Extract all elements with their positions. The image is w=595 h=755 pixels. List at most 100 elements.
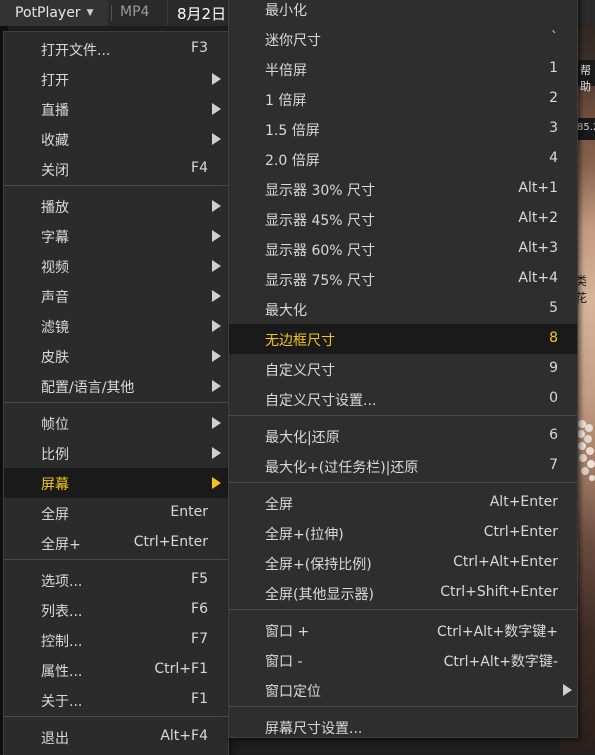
screen-menu-item-20[interactable]: 窗口 + Ctrl+Alt+数字键+ <box>229 615 577 645</box>
screen-menu-item-0[interactable]: 最小化 <box>229 0 577 24</box>
screen-menu-item-label: 半倍屏 <box>265 63 307 79</box>
screen-menu-item-label: 无边框尺寸 <box>265 333 335 349</box>
screen-menu-item-16[interactable]: 全屏 Alt+Enter <box>229 488 577 518</box>
screen-menu-item-shortcut: 0 <box>549 390 558 406</box>
app-title: PotPlayer <box>15 5 81 21</box>
main-menu-item-9[interactable]: 滤镜 <box>4 311 228 341</box>
main-menu-item-11[interactable]: 配置/语言/其他 <box>4 371 228 401</box>
submenu-arrow-icon <box>212 73 221 85</box>
main-menu-item-21[interactable]: 关于... F1 <box>4 685 228 715</box>
menu-separator <box>4 402 228 403</box>
screen-menu-item-3[interactable]: 1 倍屏 2 <box>229 84 577 114</box>
main-menu-item-3[interactable]: 收藏 <box>4 124 228 154</box>
main-menu-item-16[interactable]: 全屏+ Ctrl+Enter <box>4 528 228 558</box>
main-menu-item-12[interactable]: 帧位 <box>4 408 228 438</box>
screen-menu-item-label: 窗口 + <box>265 624 310 640</box>
screen-menu-item-shortcut: 2 <box>549 90 558 106</box>
screen-menu-item-15[interactable]: 最大化+(过任务栏)|还原 7 <box>229 451 577 481</box>
screen-menu-item-19[interactable]: 全屏(其他显示器) Ctrl+Shift+Enter <box>229 578 577 608</box>
main-menu-item-8[interactable]: 声音 <box>4 281 228 311</box>
main-menu-item-shortcut: F7 <box>191 631 208 647</box>
background-label: 85.2 <box>577 122 595 133</box>
screen-menu-item-label: 最小化 <box>265 3 307 19</box>
submenu-arrow-icon <box>212 350 221 362</box>
screen-menu-item-7[interactable]: 显示器 45% 尺寸 Alt+2 <box>229 204 577 234</box>
screen-menu-item-9[interactable]: 显示器 75% 尺寸 Alt+4 <box>229 264 577 294</box>
main-menu-item-22[interactable]: 退出 Alt+F4 <box>4 722 228 752</box>
screen-menu-item-5[interactable]: 2.0 倍屏 4 <box>229 144 577 174</box>
main-menu-item-shortcut: Ctrl+F1 <box>154 661 208 677</box>
main-menu-item-shortcut: F4 <box>191 160 208 176</box>
divider <box>167 0 168 26</box>
main-menu-item-4[interactable]: 关闭 F4 <box>4 154 228 184</box>
main-menu-item-shortcut: F1 <box>191 691 208 707</box>
main-menu-item-shortcut: Ctrl+Enter <box>133 534 208 550</box>
main-menu-item-label: 列表... <box>41 604 83 620</box>
menu-separator <box>4 559 228 560</box>
screen-menu-item-23[interactable]: 屏幕尺寸设置... <box>229 712 577 742</box>
screen-menu-item-label: 最大化 <box>265 303 307 319</box>
main-menu-item-2[interactable]: 直播 <box>4 94 228 124</box>
file-format-label: MP4 <box>120 4 150 20</box>
screen-menu-item-12[interactable]: 自定义尺寸 9 <box>229 354 577 384</box>
main-menu-item-5[interactable]: 播放 <box>4 191 228 221</box>
screen-menu-item-label: 窗口 - <box>265 654 303 670</box>
screen-menu-item-shortcut: 4 <box>549 150 558 166</box>
screen-menu-item-4[interactable]: 1.5 倍屏 3 <box>229 114 577 144</box>
main-menu-item-shortcut: F6 <box>191 601 208 617</box>
main-menu-item-shortcut: Enter <box>170 504 208 520</box>
pearl-necklace-image <box>577 420 595 481</box>
screen-menu-item-shortcut: 8 <box>549 330 558 346</box>
screen-menu-item-17[interactable]: 全屏+(拉伸) Ctrl+Enter <box>229 518 577 548</box>
submenu-arrow-icon <box>212 230 221 242</box>
main-menu-item-7[interactable]: 视频 <box>4 251 228 281</box>
main-menu-item-13[interactable]: 比例 <box>4 438 228 468</box>
main-menu-item-19[interactable]: 控制... F7 <box>4 625 228 655</box>
screen-menu-item-2[interactable]: 半倍屏 1 <box>229 54 577 84</box>
main-menu-item-17[interactable]: 选项... F5 <box>4 565 228 595</box>
main-menu-item-18[interactable]: 列表... F6 <box>4 595 228 625</box>
screen-menu-item-6[interactable]: 显示器 30% 尺寸 Alt+1 <box>229 174 577 204</box>
screen-menu-item-10[interactable]: 最大化 5 <box>229 294 577 324</box>
main-menu-item-label: 滤镜 <box>41 320 69 336</box>
screen-menu-item-8[interactable]: 显示器 60% 尺寸 Alt+3 <box>229 234 577 264</box>
screen-menu-item-shortcut: 9 <box>549 360 558 376</box>
screen-menu-item-1[interactable]: 迷你尺寸 ` <box>229 24 577 54</box>
background-label: 帮助 <box>580 64 591 93</box>
app-menu-button[interactable]: PotPlayer ▼ <box>0 0 108 26</box>
main-menu-item-10[interactable]: 皮肤 <box>4 341 228 371</box>
screen-menu-item-14[interactable]: 最大化|还原 6 <box>229 421 577 451</box>
background-label: 类花 <box>575 274 588 305</box>
main-menu-item-20[interactable]: 属性... Ctrl+F1 <box>4 655 228 685</box>
screen-menu-item-label: 迷你尺寸 <box>265 33 321 49</box>
main-menu-item-label: 收藏 <box>41 133 69 149</box>
screen-menu-item-13[interactable]: 自定义尺寸设置... 0 <box>229 384 577 414</box>
screen-menu-item-shortcut: 6 <box>549 427 558 443</box>
screen-menu-item-label: 最大化|还原 <box>265 430 340 446</box>
submenu-arrow-icon <box>212 380 221 392</box>
menu-separator <box>229 609 577 610</box>
main-menu-item-label: 播放 <box>41 200 69 216</box>
main-menu-item-14[interactable]: 屏幕 <box>4 468 228 498</box>
main-menu-item-0[interactable]: 打开文件... F3 <box>4 34 228 64</box>
screen-menu-item-18[interactable]: 全屏+(保持比例) Ctrl+Alt+Enter <box>229 548 577 578</box>
screen-menu-item-21[interactable]: 窗口 - Ctrl+Alt+数字键- <box>229 645 577 675</box>
main-menu-item-label: 控制... <box>41 634 83 650</box>
main-menu-item-label: 全屏 <box>41 507 69 523</box>
main-menu-item-shortcut: F3 <box>191 40 208 56</box>
main-menu-item-15[interactable]: 全屏 Enter <box>4 498 228 528</box>
main-menu-item-1[interactable]: 打开 <box>4 64 228 94</box>
screen-menu-item-label: 最大化+(过任务栏)|还原 <box>265 460 419 476</box>
screen-menu-item-label: 1 倍屏 <box>265 93 307 109</box>
main-menu-item-shortcut: F5 <box>191 571 208 587</box>
screen-menu-item-11[interactable]: 无边框尺寸 8 <box>229 324 577 354</box>
screen-menu-item-shortcut: Ctrl+Alt+数字键- <box>443 654 558 670</box>
screen-menu-item-label: 自定义尺寸设置... <box>265 393 377 409</box>
menu-separator <box>229 706 577 707</box>
main-menu-item-6[interactable]: 字幕 <box>4 221 228 251</box>
main-menu-item-label: 皮肤 <box>41 350 69 366</box>
screen-menu-item-label: 自定义尺寸 <box>265 363 335 379</box>
screen-menu-item-shortcut: Alt+4 <box>518 270 558 286</box>
screen-menu-item-22[interactable]: 窗口定位 <box>229 675 577 705</box>
main-menu-item-label: 直播 <box>41 103 69 119</box>
